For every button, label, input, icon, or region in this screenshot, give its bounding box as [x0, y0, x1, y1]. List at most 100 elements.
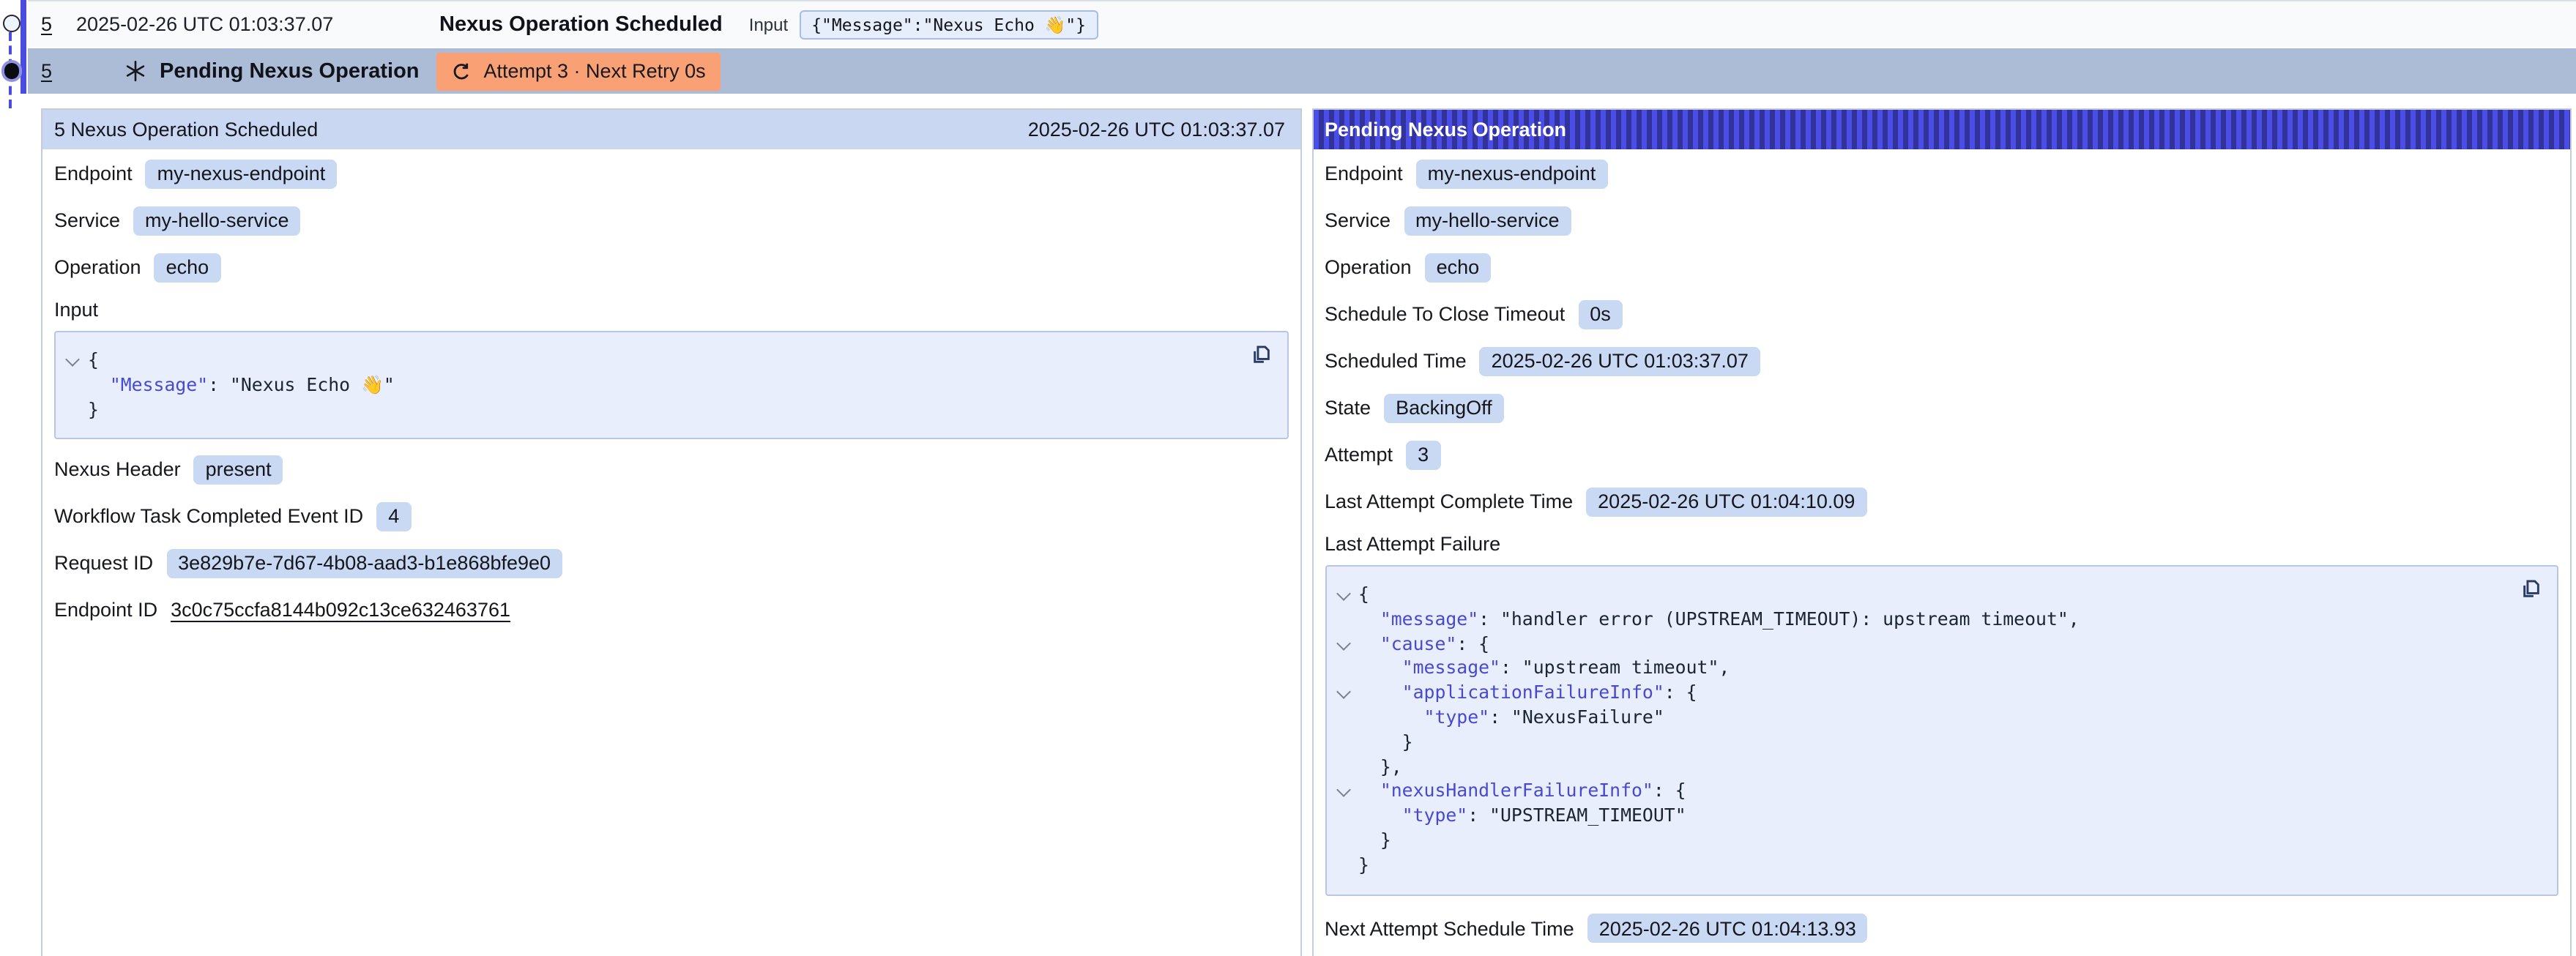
field-workflow-task-completed-event-id: Workflow Task Completed Event ID 4 [54, 501, 1288, 532]
collapse-chevron-icon[interactable] [66, 354, 81, 369]
input-section-label: Input [54, 299, 1288, 325]
field-label: Endpoint [1325, 163, 1403, 184]
field-value-badge: my-nexus-endpoint [1416, 159, 1608, 188]
field-state: State BackingOff [1325, 392, 2558, 423]
failure-json-code-block: { "message": "handler error (UPSTREAM_TI… [1325, 565, 2558, 895]
input-preview-chip[interactable]: {"Message":"Nexus Echo 👋"} [800, 10, 1098, 39]
panel-title: Pending Nexus Operation [1325, 119, 1566, 141]
json-line: "message": "upstream timeout", [1335, 657, 2498, 681]
event-row-nexus-operation-scheduled[interactable]: 5 2025-02-26 UTC 01:03:37.07 Nexus Opera… [28, 0, 2576, 47]
field-value-badge: present [194, 455, 283, 485]
field-attempt: Attempt 3 [1325, 439, 2558, 470]
json-text: }, [1358, 755, 1402, 777]
field-operation: Operation echo [54, 252, 1288, 283]
field-label: Endpoint [54, 163, 133, 184]
json-line: } [1335, 731, 2498, 755]
field-label: Last Attempt Complete Time [1325, 490, 1573, 512]
copy-button[interactable] [2519, 577, 2544, 603]
field-value-badge: my-nexus-endpoint [146, 159, 338, 188]
json-text: } [1358, 731, 1413, 753]
field-last-attempt-complete-time: Last Attempt Complete Time 2025-02-26 UT… [1325, 486, 2558, 517]
json-text: { [1358, 583, 1369, 605]
json-line: }, [1335, 755, 2498, 780]
json-line: "cause": { [1335, 632, 2498, 657]
field-next-attempt-schedule-time: Next Attempt Schedule Time 2025-02-26 UT… [1325, 913, 2558, 944]
field-value-badge: my-hello-service [1404, 206, 1571, 235]
field-value-badge: 0s [1578, 299, 1623, 329]
pending-asterisk-icon [124, 60, 146, 82]
json-key-text: "cause" [1380, 632, 1456, 654]
input-json-code-block: { "Message": "Nexus Echo 👋"} [54, 331, 1288, 440]
json-line: } [1335, 829, 2498, 854]
timeline-selection-bar [21, 0, 26, 94]
json-text: : "UPSTREAM_TIMEOUT" [1467, 804, 1686, 826]
json-key-text: "type" [1424, 706, 1490, 728]
field-label: Workflow Task Completed Event ID [54, 506, 363, 528]
field-value-badge: 2025-02-26 UTC 01:04:10.09 [1586, 487, 1866, 516]
collapse-chevron-icon[interactable] [1336, 687, 1351, 701]
json-line: "message": "handler error (UPSTREAM_TIME… [1335, 608, 2498, 632]
retry-status-badge: Attempt 3 · Next Retry 0s [437, 52, 721, 90]
json-key-text: "message" [1402, 657, 1500, 679]
panel-title: 5 Nexus Operation Scheduled [54, 119, 318, 141]
event-id-link[interactable]: 5 [41, 13, 76, 35]
field-value-badge: echo [155, 253, 221, 282]
json-line: "applicationFailureInfo": { [1335, 681, 2498, 706]
field-label: State [1325, 397, 1371, 419]
json-text [1358, 780, 1380, 802]
json-line: { [1335, 583, 2498, 608]
field-schedule-to-close-timeout: Schedule To Close Timeout 0s [1325, 299, 2558, 329]
field-label: Endpoint ID [54, 600, 157, 621]
field-label: Service [54, 209, 120, 231]
field-value-badge: 2025-02-26 UTC 01:04:13.93 [1587, 914, 1868, 943]
panel-header-scheduled: 5 Nexus Operation Scheduled 2025-02-26 U… [42, 110, 1300, 149]
json-key-text: "type" [1402, 804, 1468, 826]
state-badge: BackingOff [1384, 393, 1504, 422]
field-label: Attempt [1325, 444, 1393, 466]
field-scheduled-time: Scheduled Time 2025-02-26 UTC 01:03:37.0… [1325, 346, 2558, 376]
panel-nexus-operation-scheduled: 5 Nexus Operation Scheduled 2025-02-26 U… [41, 108, 1301, 956]
endpoint-id-link[interactable]: 3c0c75ccfa8144b092c13ce632463761 [171, 600, 510, 621]
panel-timestamp: 2025-02-26 UTC 01:03:37.07 [1028, 119, 1285, 141]
collapse-chevron-icon[interactable] [1336, 638, 1351, 652]
json-key-text: "applicationFailureInfo" [1402, 681, 1664, 703]
timeline-dot-open[interactable] [2, 14, 20, 31]
json-text: : { [1456, 632, 1489, 654]
event-id-link[interactable]: 5 [41, 60, 76, 82]
event-title: Pending Nexus Operation [160, 59, 420, 83]
json-text [1358, 681, 1402, 703]
json-line: "type": "NexusFailure" [1335, 706, 2498, 731]
field-request-id: Request ID 3e829b7e-7d67-4b08-aad3-b1e86… [54, 548, 1288, 579]
field-value-badge: my-hello-service [133, 206, 301, 235]
json-text: : { [1653, 780, 1686, 802]
json-line: "type": "UPSTREAM_TIMEOUT" [1335, 804, 2498, 829]
copy-button[interactable] [1248, 343, 1273, 369]
collapse-chevron-icon[interactable] [1336, 785, 1351, 800]
field-label: Request ID [54, 553, 153, 575]
json-line: "Message": "Nexus Echo 👋" [64, 373, 1228, 398]
json-text: : "NexusFailure" [1489, 706, 1664, 728]
event-row-pending-nexus-operation[interactable]: 5 Pending Nexus Operation Attempt 3 · Ne… [28, 48, 2576, 94]
field-label: Operation [1325, 256, 1412, 278]
field-value-badge: echo [1425, 253, 1492, 282]
json-key-text: "nexusHandlerFailureInfo" [1380, 780, 1653, 802]
field-label: Schedule To Close Timeout [1325, 303, 1565, 325]
field-endpoint: Endpoint my-nexus-endpoint [54, 158, 1288, 189]
json-key-text: "message" [1380, 608, 1478, 630]
field-nexus-header: Nexus Header present [54, 455, 1288, 485]
field-label: Nexus Header [54, 459, 181, 481]
json-text [1358, 706, 1424, 728]
json-text [88, 373, 110, 395]
panel-header-pending: Pending Nexus Operation [1313, 110, 2570, 149]
collapse-chevron-icon[interactable] [1336, 589, 1351, 603]
field-value-badge: 3e829b7e-7d67-4b08-aad3-b1e868bfe9e0 [166, 549, 562, 578]
field-operation: Operation echo [1325, 252, 2558, 283]
json-line: { [64, 348, 1228, 373]
retry-icon [452, 61, 472, 81]
timeline-dot-filled[interactable] [4, 63, 19, 78]
json-text [1358, 632, 1380, 654]
json-text: : "Nexus Echo 👋" [208, 373, 395, 395]
field-label: Service [1325, 209, 1391, 231]
field-label: Scheduled Time [1325, 350, 1467, 372]
field-label: Next Attempt Schedule Time [1325, 917, 1574, 939]
